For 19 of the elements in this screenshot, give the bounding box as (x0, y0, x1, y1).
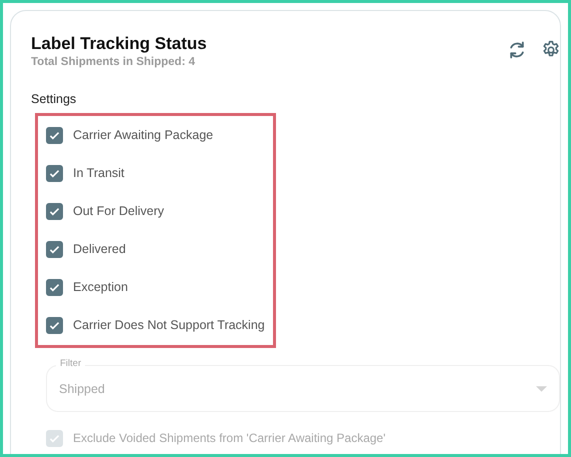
card-title: Label Tracking Status (31, 33, 207, 55)
option-label: Exclude Voided Shipments from 'Carrier Awaiting Package' (73, 431, 386, 445)
option-label: Carrier Awaiting Package (73, 128, 214, 142)
checkbox[interactable] (46, 126, 63, 144)
option-label: Out For Delivery (73, 204, 164, 218)
refresh-icon[interactable] (507, 40, 527, 60)
checkbox[interactable] (46, 202, 63, 220)
option-label: Carrier Does Not Support Tracking (73, 318, 265, 332)
settings-label: Settings (31, 92, 78, 107)
checkbox[interactable] (46, 316, 63, 334)
option-label: Delivered (73, 242, 126, 256)
field-label: Filter (56, 358, 86, 369)
option-label: Exception (73, 280, 128, 294)
shipment-count: Total Shipments in Shipped: 4 (31, 55, 196, 70)
option-label: In Transit (73, 166, 124, 180)
checkbox[interactable] (46, 164, 63, 182)
caret-icon (536, 386, 547, 392)
checkbox[interactable] (46, 240, 63, 258)
checkbox[interactable] (46, 278, 63, 296)
